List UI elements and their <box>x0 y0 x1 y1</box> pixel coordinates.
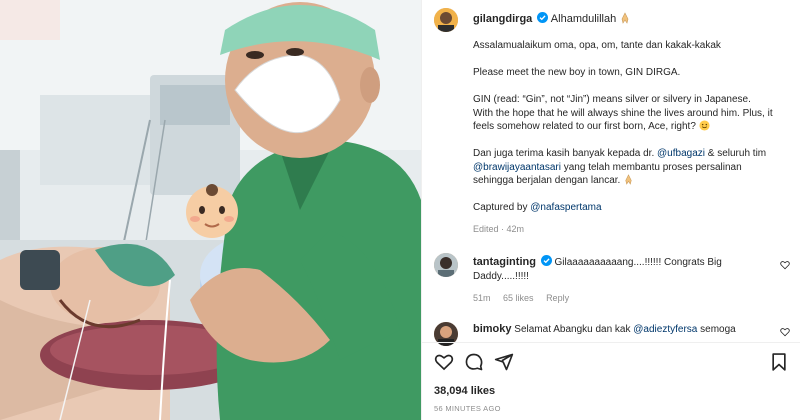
caption-headline: Alhamdulillah <box>550 13 617 25</box>
heart-icon[interactable] <box>434 352 454 372</box>
post-time: 42m <box>506 224 525 234</box>
caption-paragraph-4: Dan juga terima kasih banyak kepada dr. … <box>473 147 773 188</box>
smile-emoji-icon <box>699 120 710 131</box>
comment-1: tantaginting Gilaaaaaaaaaang....!!!!!! C… <box>473 255 763 283</box>
edited-label: Edited <box>473 224 499 234</box>
comment-2-text-a: Selamat Abangku dan kak <box>514 324 631 335</box>
caption-p4-a: Dan juga terima kasih banyak kepada dr. <box>473 148 655 159</box>
comment-1-time: 51m <box>473 293 491 303</box>
comment-icon[interactable] <box>464 352 484 372</box>
caption-meta: Edited · 42m <box>473 224 525 234</box>
verified-badge-icon <box>540 255 552 266</box>
baby-emoji <box>186 184 238 238</box>
posted-time: 56 MINUTES AGO <box>434 404 501 413</box>
comment-1-likes[interactable]: 65 likes <box>503 293 534 303</box>
comment-1-meta: 51m 65 likes Reply <box>473 293 569 303</box>
comment-like-heart-icon[interactable] <box>780 260 790 270</box>
mention-adieztyfersa[interactable]: @adieztyfersa <box>633 324 697 335</box>
verified-badge-icon <box>537 12 549 23</box>
commenter-avatar[interactable] <box>434 253 458 277</box>
post-photo[interactable] <box>0 0 421 420</box>
caption-paragraph-5: Captured by @nafaspertama <box>473 201 773 215</box>
actions-divider <box>422 342 800 343</box>
caption-paragraph-2: Please meet the new boy in town, GIN DIR… <box>473 67 681 78</box>
comment-2: bimoky Selamat Abangku dan kak @adieztyf… <box>473 323 763 336</box>
mention-brawijayaantasari[interactable]: @brawijayaantasari <box>473 162 561 173</box>
comment-1-reply[interactable]: Reply <box>546 293 569 303</box>
bookmark-icon[interactable] <box>769 352 789 372</box>
mention-ufbagazi[interactable]: @ufbagazi <box>657 148 705 159</box>
author-avatar[interactable] <box>434 8 458 32</box>
folded-hands-emoji-icon <box>625 174 632 185</box>
folded-hands-emoji-icon <box>621 12 629 24</box>
mention-nafaspertama[interactable]: @nafaspertama <box>530 202 601 213</box>
caption-paragraph-1: Assalamualaikum oma, opa, om, tante dan … <box>473 40 721 51</box>
caption-paragraph-3-text: GIN (read: “Gin”, not “Jin”) means silve… <box>473 94 773 132</box>
comment-like-heart-icon[interactable] <box>780 327 790 337</box>
comment-2-username[interactable]: bimoky <box>473 323 512 335</box>
caption-p4-b: & seluruh tim <box>707 148 767 159</box>
author-username[interactable]: gilangdirga <box>473 13 532 25</box>
like-count[interactable]: 38,094 likes <box>434 385 495 397</box>
comment-1-username[interactable]: tantaginting <box>473 256 536 268</box>
caption-header: gilangdirga Alhamdulillah <box>473 12 631 26</box>
share-icon[interactable] <box>494 352 514 372</box>
post-actions-bar <box>434 352 789 374</box>
caption-p5-a: Captured by <box>473 202 528 213</box>
comment-2-text-b: semoga <box>700 324 736 335</box>
post-details-panel: gilangdirga Alhamdulillah Assalamualaiku… <box>421 0 800 420</box>
caption-paragraph-3: GIN (read: “Gin”, not “Jin”) means silve… <box>473 93 773 134</box>
